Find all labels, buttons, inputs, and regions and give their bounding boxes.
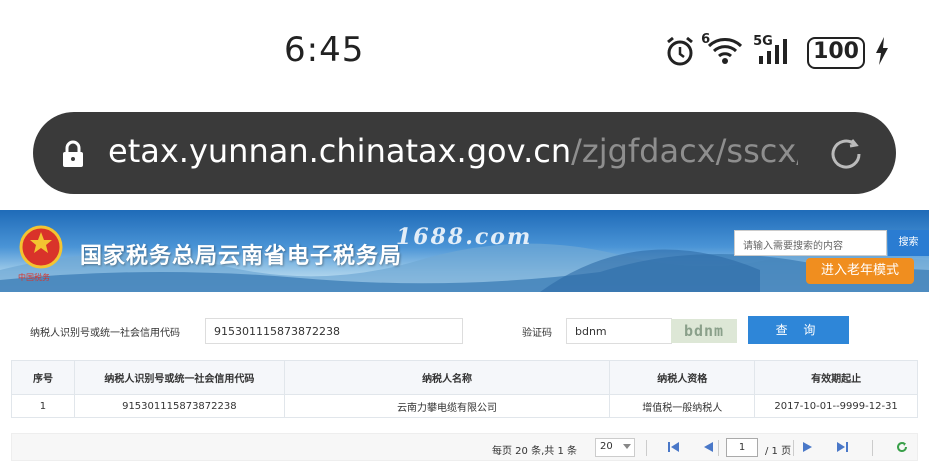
status-icons: 6 5G 100	[663, 32, 889, 72]
result-table: 序号 纳税人识别号或统一社会信用代码 纳税人名称 纳税人资格 有效期起止 1 9…	[11, 360, 918, 418]
page-number-input[interactable]: 1	[726, 438, 758, 457]
pager-info: 每页 20 条,共 1 条	[492, 446, 577, 457]
query-form: 纳税人识别号或统一社会信用代码 915301115873872238 验证码 b…	[0, 310, 929, 350]
pager-divider	[646, 440, 647, 456]
table-row: 1 915301115873872238 云南力攀电缆有限公司 增值税一般纳税人…	[11, 394, 918, 418]
site-title: 国家税务总局云南省电子税务局	[80, 244, 403, 269]
last-page-icon[interactable]	[836, 441, 848, 456]
site-search-input[interactable]: 请输入需要搜索的内容	[734, 230, 887, 256]
col-header-validity: 有效期起止	[754, 360, 918, 395]
refresh-icon[interactable]	[896, 441, 908, 456]
status-bar: 6:45 6 5G 100	[0, 0, 929, 108]
captcha-image[interactable]: bdnm	[671, 319, 737, 343]
col-header-qualification: 纳税人资格	[609, 360, 756, 395]
svg-text:中国税务: 中国税务	[18, 272, 50, 282]
query-button[interactable]: 查 询	[748, 316, 849, 344]
watermark: 1688.com	[396, 224, 533, 250]
lock-icon	[61, 140, 85, 172]
pagination-bar: 每页 20 条,共 1 条 20 1 / 1 页	[11, 433, 918, 461]
cellular-icon: 5G	[753, 34, 797, 70]
site-banner: 中国税务 国家税务总局云南省电子税务局 1688.com 请输入需要搜索的内容 …	[0, 210, 929, 292]
alarm-icon	[663, 34, 697, 72]
prev-page-icon[interactable]	[702, 441, 714, 456]
captcha-input[interactable]: bdnm	[566, 318, 672, 344]
url-path: /zjgfdacx/sscx/ybr	[571, 132, 798, 170]
page-size-select[interactable]: 20	[595, 438, 635, 457]
wifi-icon: 6	[701, 32, 743, 70]
charging-icon	[875, 37, 889, 69]
cell-taxid: 915301115873872238	[73, 394, 285, 418]
taxid-input[interactable]: 915301115873872238	[205, 318, 463, 344]
col-header-index: 序号	[11, 360, 75, 395]
pager-divider	[718, 440, 719, 456]
pager-total: / 1 页	[765, 446, 792, 457]
site-search-button[interactable]: 搜索	[888, 230, 929, 256]
status-time: 6:45	[284, 30, 365, 70]
network-type-label: 5G	[753, 34, 773, 49]
national-emblem-icon: 中国税务	[16, 222, 66, 286]
cell-name: 云南力攀电缆有限公司	[283, 394, 611, 418]
pager-divider	[793, 440, 794, 456]
first-page-icon[interactable]	[668, 441, 680, 456]
url-text[interactable]: etax.yunnan.chinatax.gov.cn/zjgfdacx/ssc…	[108, 132, 798, 170]
url-domain: etax.yunnan.chinatax.gov.cn	[108, 132, 572, 170]
cell-validity: 2017-10-01--9999-12-31	[754, 394, 918, 418]
chevron-down-icon	[623, 444, 631, 449]
wifi-6-label: 6	[701, 32, 711, 47]
table-header-row: 序号 纳税人识别号或统一社会信用代码 纳税人名称 纳税人资格 有效期起止	[11, 360, 918, 395]
captcha-label: 验证码	[522, 328, 552, 339]
page-size-value: 20	[600, 441, 613, 452]
next-page-icon[interactable]	[802, 441, 814, 456]
cell-index: 1	[11, 394, 75, 418]
elder-mode-button[interactable]: 进入老年模式	[806, 258, 914, 284]
cell-qualification: 增值税一般纳税人	[609, 394, 756, 418]
col-header-taxid: 纳税人识别号或统一社会信用代码	[73, 360, 285, 395]
taxid-label: 纳税人识别号或统一社会信用代码	[30, 328, 180, 339]
address-bar[interactable]: etax.yunnan.chinatax.gov.cn/zjgfdacx/ssc…	[33, 112, 896, 194]
pager-divider	[872, 440, 873, 456]
battery-indicator: 100	[807, 37, 865, 69]
reload-icon[interactable]	[826, 134, 866, 178]
col-header-name: 纳税人名称	[283, 360, 611, 395]
